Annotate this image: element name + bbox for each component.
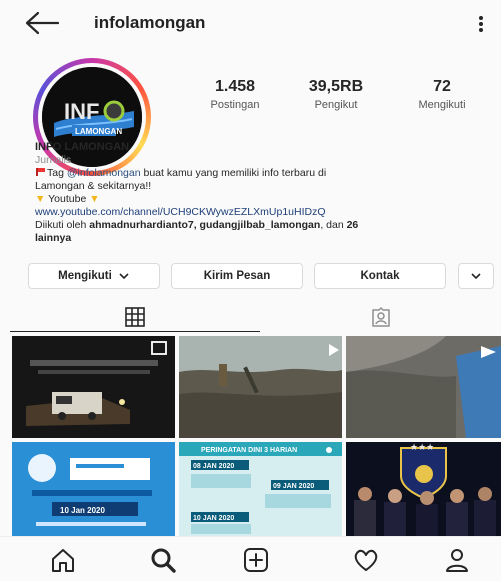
post-tile-1[interactable] — [12, 336, 175, 438]
bio-link[interactable]: www.youtube.com/channel/UCH9CKWywzEZLXmU… — [35, 206, 475, 219]
tab-posts-grid[interactable] — [10, 300, 260, 334]
add-post-icon — [244, 548, 268, 572]
nav-activity-button[interactable] — [351, 545, 381, 575]
bottom-navigation — [0, 536, 501, 581]
post-thumbnail: ★★★ — [346, 442, 501, 536]
svg-text:★★★: ★★★ — [410, 442, 434, 452]
top-bar: infolamongan — [0, 0, 501, 46]
followers-label: Pengikut — [314, 99, 358, 111]
contact-button[interactable]: Kontak — [314, 263, 446, 289]
pointing-down-icon: ▼ — [35, 193, 46, 205]
arrow-left-icon — [25, 11, 60, 35]
svg-text:INF: INF — [64, 99, 99, 124]
suggested-accounts-button[interactable] — [458, 263, 494, 289]
profile-tabs — [0, 300, 501, 334]
chevron-down-icon — [471, 273, 481, 280]
post-thumbnail — [12, 336, 175, 438]
message-button-label: Kirim Pesan — [203, 270, 271, 282]
nav-home-button[interactable] — [48, 545, 78, 575]
post-thumbnail: PERINGATAN DINI 3 HARIAN 08 JAN 2020 09 … — [179, 442, 342, 536]
svg-text:LAMONGAN: LAMONGAN — [75, 127, 122, 136]
bio-tag-prefix: Tag — [47, 167, 67, 179]
posts-count: 1.458 — [214, 78, 256, 95]
bio-tag-handle[interactable]: @infolamongan — [67, 167, 141, 179]
followed-more: lainnya — [35, 232, 72, 244]
post-tile-6[interactable]: ★★★ — [346, 442, 501, 536]
profile-username: infolamongan — [94, 13, 206, 32]
post-thumbnail — [346, 336, 501, 438]
nav-new-post-button[interactable] — [241, 545, 271, 575]
stat-following[interactable]: 72 Mengikuti — [404, 78, 480, 111]
following-button[interactable]: Mengikuti — [28, 263, 160, 289]
more-options-button[interactable] — [473, 10, 489, 38]
followed-count: 26 — [346, 219, 359, 231]
post-date-3: 10 JAN 2020 — [193, 515, 234, 522]
followed-names: ahmadnurhardianto7, gudangjilbab_lamonga… — [89, 219, 321, 231]
grid-icon — [125, 307, 145, 327]
pointing-down-icon: ▼ — [89, 193, 100, 205]
stat-followers[interactable]: 39,5RB Pengikut — [296, 78, 376, 111]
post-warning-title: PERINGATAN DINI 3 HARIAN — [201, 447, 297, 454]
profile-category: Jurnalis — [35, 154, 72, 166]
tab-tagged[interactable] — [260, 300, 501, 334]
nav-profile-button[interactable] — [442, 545, 472, 575]
profile-icon — [446, 549, 468, 572]
followed-by-text[interactable]: Diikuti oleh ahmadnurhardianto7, gudangj… — [35, 219, 475, 245]
active-tab-indicator — [10, 331, 260, 332]
profile-actions: Mengikuti Kirim Pesan Kontak — [0, 263, 501, 289]
profile-bio: INFO LAMONGAN Jurnalis Tag @infolamongan… — [35, 141, 475, 245]
vertical-dots-icon — [479, 16, 483, 32]
post-tile-4[interactable]: 10 Jan 2020 — [12, 442, 175, 536]
post-date-label: 10 Jan 2020 — [60, 506, 105, 515]
stat-posts[interactable]: 1.458 Postingan — [200, 78, 270, 111]
followed-prefix: Diikuti oleh — [35, 219, 90, 231]
post-date-1: 08 JAN 2020 — [193, 463, 234, 470]
bio-line-2: Lamongan & sekitarnya!! — [35, 180, 152, 192]
post-thumbnail — [179, 336, 342, 438]
message-button[interactable]: Kirim Pesan — [171, 263, 303, 289]
post-thumbnail: 10 Jan 2020 — [12, 442, 175, 536]
pushpin-icon — [36, 168, 45, 176]
followed-mid: , dan — [320, 219, 347, 231]
bio-youtube-label: Youtube — [48, 193, 87, 205]
back-button[interactable] — [22, 8, 62, 38]
search-icon — [151, 548, 176, 573]
chevron-down-icon — [119, 273, 129, 280]
post-tile-2[interactable] — [179, 336, 342, 438]
followers-count: 39,5RB — [308, 78, 364, 95]
following-label: Mengikuti — [418, 99, 466, 111]
posts-grid: 10 Jan 2020 PERINGATAN DINI 3 HARIAN 08 … — [12, 336, 501, 536]
following-count: 72 — [433, 78, 451, 95]
tagged-person-icon — [371, 307, 390, 327]
bio-line-3: ▼ Youtube ▼ — [35, 193, 475, 206]
activity-heart-icon — [354, 549, 378, 571]
profile-name: INFO LAMONGAN — [35, 141, 130, 153]
home-icon — [52, 549, 74, 572]
post-tile-3[interactable] — [346, 336, 501, 438]
following-button-label: Mengikuti — [58, 270, 112, 282]
post-date-2: 09 JAN 2020 — [273, 483, 314, 490]
contact-button-label: Kontak — [360, 270, 400, 282]
bio-tag-suffix: buat kamu yang memiliki info terbaru di — [140, 167, 327, 179]
posts-label: Postingan — [210, 99, 260, 111]
nav-search-button[interactable] — [148, 545, 178, 575]
post-tile-5[interactable]: PERINGATAN DINI 3 HARIAN 08 JAN 2020 09 … — [179, 442, 342, 536]
bio-line-1: Tag @infolamongan buat kamu yang memilik… — [35, 167, 475, 180]
